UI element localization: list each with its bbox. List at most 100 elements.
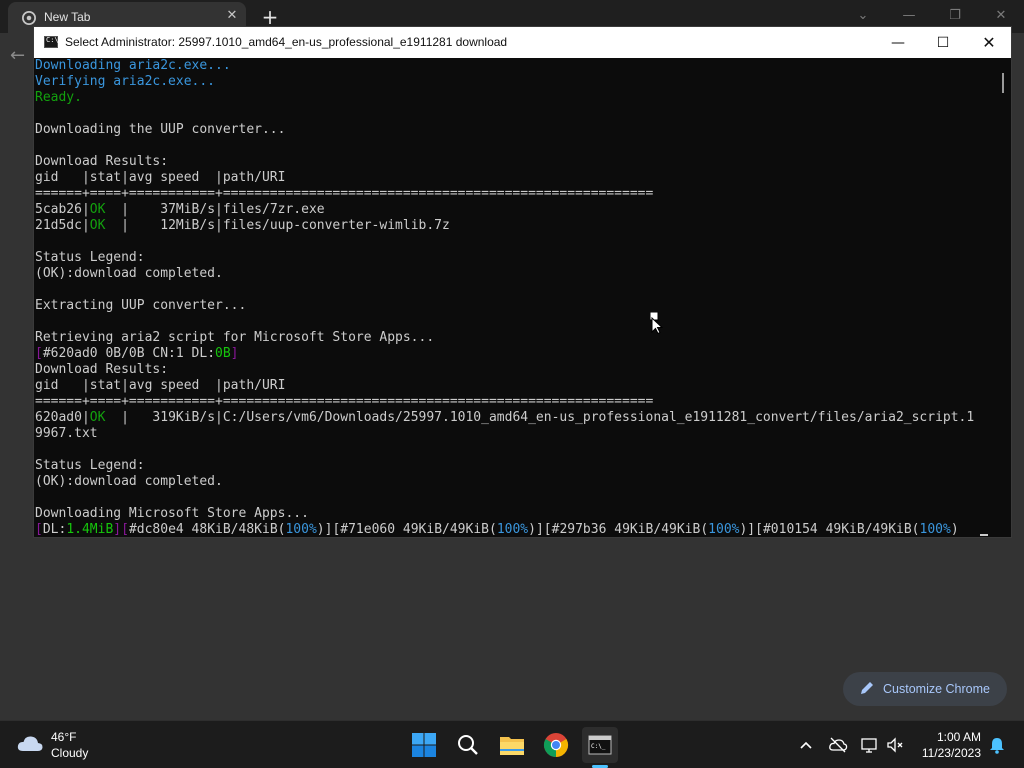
output-text: DL: bbox=[42, 522, 67, 537]
volume-muted-icon[interactable] bbox=[885, 735, 905, 755]
cloud-sync-icon[interactable] bbox=[828, 735, 848, 755]
output-text: 21d5dc| bbox=[35, 218, 90, 233]
minimize-icon[interactable]: — bbox=[899, 6, 919, 26]
windows-logo-icon bbox=[412, 733, 436, 757]
output-line: gid |stat|avg speed |path/URI bbox=[35, 378, 286, 393]
output-text: 100% bbox=[285, 522, 317, 537]
output-text: #620ad0 0B/0B CN:1 DL: bbox=[42, 346, 216, 361]
progress-line: [DL:1.4MiB][#dc80e4 48KiB/48KiB(100%)][#… bbox=[35, 522, 959, 538]
text-cursor bbox=[980, 534, 988, 536]
terminal-output[interactable]: Downloading aria2c.exe... Verifying aria… bbox=[34, 58, 1011, 537]
output-text: Ready. bbox=[35, 90, 82, 105]
output-text: )][ bbox=[528, 522, 552, 537]
cmd-icon-text: C:\ bbox=[46, 36, 59, 44]
chrome-logo-icon bbox=[22, 11, 36, 25]
search-icon bbox=[458, 735, 478, 755]
cmd-icon: C:\ bbox=[44, 36, 59, 48]
clock-date[interactable]: 11/23/2023 bbox=[905, 746, 981, 760]
weather-temperature[interactable]: 46°F bbox=[51, 730, 76, 744]
output-line: Extracting UUP converter... bbox=[35, 298, 247, 313]
minimize-button[interactable]: — bbox=[884, 31, 912, 55]
output-text: [ bbox=[35, 346, 43, 361]
file-explorer-button[interactable] bbox=[494, 727, 530, 763]
output-text: 5cab26| bbox=[35, 202, 90, 217]
output-line: ======+====+===========+================… bbox=[35, 394, 654, 409]
output-text: #71e060 49KiB/49KiB( bbox=[340, 522, 497, 537]
output-line: 620ad0|OK | 319KiB/s|C:/Users/vm6/Downlo… bbox=[35, 410, 974, 426]
taskbar: 46°F Cloudy C:\_ 1:00 AM 11/23/2023 bbox=[0, 720, 1024, 768]
output-text: #010154 49KiB/49KiB( bbox=[762, 522, 920, 537]
output-text: | 319KiB/s|C:/Users/vm6/Downloads/25997.… bbox=[105, 410, 975, 425]
back-arrow-icon[interactable]: ← bbox=[10, 44, 34, 68]
output-text: 620ad0| bbox=[35, 410, 90, 425]
network-icon[interactable] bbox=[860, 735, 880, 755]
output-text: )][ bbox=[316, 522, 341, 537]
output-text: Downloading aria2c.exe... bbox=[35, 58, 231, 73]
output-text: | 37MiB/s|files/7zr.exe bbox=[105, 202, 325, 217]
output-line: Verifying aria2c.exe... bbox=[35, 74, 215, 90]
notification-bell-icon[interactable] bbox=[987, 735, 1007, 755]
terminal-title: Select Administrator: 25997.1010_amd64_e… bbox=[65, 35, 508, 49]
weather-condition[interactable]: Cloudy bbox=[51, 746, 88, 760]
output-text: 1.4MiB bbox=[66, 522, 114, 537]
output-line: 21d5dc|OK | 12MiB/s|files/uup-converter-… bbox=[35, 218, 450, 234]
new-tab-button[interactable]: + bbox=[260, 7, 280, 27]
maximize-button[interactable]: ☐ bbox=[929, 31, 957, 55]
output-line: Download Results: bbox=[35, 362, 169, 377]
output-line: Ready. bbox=[35, 90, 82, 106]
search-button[interactable] bbox=[450, 727, 486, 763]
customize-chrome-button[interactable]: Customize Chrome bbox=[843, 672, 1007, 706]
status-ok: OK bbox=[89, 202, 106, 217]
output-text: [ bbox=[35, 522, 43, 537]
chevron-up-icon[interactable] bbox=[796, 735, 816, 755]
output-text: ][ bbox=[113, 522, 129, 537]
start-button[interactable] bbox=[406, 727, 442, 763]
pencil-icon bbox=[861, 682, 873, 694]
close-window-icon[interactable]: ✕ bbox=[991, 6, 1011, 26]
tab-search-icon[interactable]: ⌄ bbox=[853, 6, 873, 26]
output-text: 0B bbox=[215, 346, 231, 361]
chrome-icon bbox=[543, 733, 569, 757]
output-text: 100% bbox=[708, 522, 740, 537]
output-line: Downloading the UUP converter... bbox=[35, 122, 286, 137]
output-text: #297b36 49KiB/49KiB( bbox=[551, 522, 709, 537]
close-tab-icon[interactable]: ✕ bbox=[224, 8, 240, 24]
terminal-title-bar[interactable]: C:\ Select Administrator: 25997.1010_amd… bbox=[34, 27, 1011, 58]
output-text: ] bbox=[230, 346, 239, 361]
scrollbar-thumb[interactable] bbox=[1002, 73, 1004, 93]
output-text: )][ bbox=[739, 522, 763, 537]
output-text: #dc80e4 48KiB/48KiB( bbox=[128, 522, 286, 537]
output-line: Status Legend: bbox=[35, 250, 145, 265]
output-line: Downloading aria2c.exe... bbox=[35, 58, 231, 74]
status-ok: OK bbox=[89, 410, 106, 425]
output-line: (OK):download completed. bbox=[35, 266, 223, 281]
output-text: | 12MiB/s|files/uup-converter-wimlib.7z bbox=[105, 218, 450, 233]
output-text: ) bbox=[950, 522, 959, 537]
output-line: [#620ad0 0B/0B CN:1 DL:0B] bbox=[35, 346, 239, 362]
status-ok: OK bbox=[89, 218, 106, 233]
terminal-taskbar-button[interactable]: C:\_ bbox=[582, 727, 618, 763]
chrome-taskbar-button[interactable] bbox=[538, 727, 574, 763]
restore-icon[interactable]: ❐ bbox=[945, 6, 965, 26]
mouse-pointer-icon bbox=[650, 312, 664, 334]
output-line: gid |stat|avg speed |path/URI bbox=[35, 170, 286, 185]
output-line: (OK):download completed. bbox=[35, 474, 223, 489]
terminal-icon: C:\_ bbox=[588, 735, 612, 755]
output-text: 100% bbox=[919, 522, 951, 537]
output-text: 100% bbox=[496, 522, 529, 537]
output-line: Retrieving aria2 script for Microsoft St… bbox=[35, 330, 435, 345]
customize-chrome-label: Customize Chrome bbox=[883, 682, 990, 696]
terminal-window[interactable]: C:\ Select Administrator: 25997.1010_amd… bbox=[33, 26, 1012, 538]
output-line: Downloading Microsoft Store Apps... bbox=[35, 506, 309, 521]
output-line: Download Results: bbox=[35, 154, 169, 169]
close-button[interactable]: ✕ bbox=[975, 31, 1003, 55]
output-line: 9967.txt bbox=[35, 426, 98, 441]
folder-icon bbox=[500, 737, 524, 755]
svg-text:C:\_: C:\_ bbox=[591, 743, 606, 750]
clock-time[interactable]: 1:00 AM bbox=[925, 730, 981, 744]
cloud-icon[interactable] bbox=[16, 733, 44, 755]
output-text: Verifying aria2c.exe... bbox=[35, 74, 216, 89]
output-line: ======+====+===========+================… bbox=[35, 186, 654, 201]
tab-title: New Tab bbox=[44, 10, 91, 24]
output-line: 5cab26|OK | 37MiB/s|files/7zr.exe bbox=[35, 202, 325, 218]
